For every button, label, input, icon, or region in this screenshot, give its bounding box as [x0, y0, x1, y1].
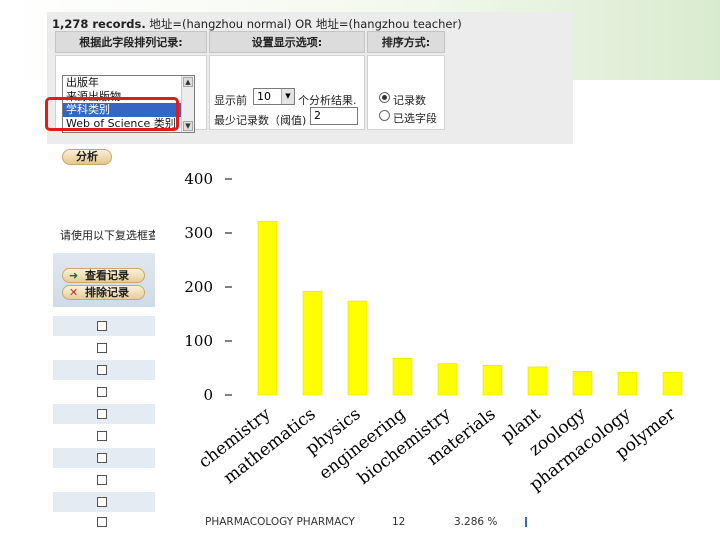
- sort-option-label: 已选字段: [393, 112, 437, 125]
- chart-bar: [257, 220, 278, 396]
- y-tick-label: 100: [184, 332, 213, 350]
- row-checkbox[interactable]: [97, 321, 107, 331]
- listbox-scrollbar[interactable]: ▲ ▼: [181, 76, 194, 132]
- min-count-label: 最少记录数（阈值): [214, 114, 307, 127]
- footer-percent-bar: [525, 517, 527, 527]
- chart-bar: [572, 370, 593, 396]
- y-tick-label: 300: [184, 224, 213, 242]
- field-column-heading: 根据此字段排列记录:: [55, 31, 207, 53]
- y-tick-label: 400: [184, 170, 213, 188]
- chart-bar: [347, 300, 368, 396]
- arrow-right-icon: ➜: [69, 269, 79, 282]
- checkbox-hint: 请使用以下复选框查: [60, 229, 159, 242]
- view-records-button[interactable]: ➜ 查看记录: [62, 268, 145, 283]
- display-column-heading: 设置显示选项:: [209, 31, 365, 53]
- close-icon: ✕: [69, 286, 79, 299]
- sort-option-label: 记录数: [393, 94, 426, 107]
- row-checkbox[interactable]: [97, 517, 107, 527]
- row-checkbox[interactable]: [97, 387, 107, 397]
- chart-bar: [617, 372, 638, 396]
- search-query: 地址=(hangzhou normal) OR 地址=(hangzhou tea…: [149, 17, 462, 31]
- footer-percent: 3.286 %: [454, 516, 498, 528]
- sort-by-field-radio[interactable]: [379, 110, 390, 121]
- footer-record-count: 12: [392, 516, 406, 528]
- row-checkbox[interactable]: [97, 453, 107, 463]
- y-tick-label: 0: [203, 386, 213, 404]
- selection-highlight-box: [45, 97, 179, 131]
- records-summary: 1,278 records. 地址=(hangzhou normal) OR 地…: [52, 16, 462, 32]
- view-records-label: 查看记录: [85, 269, 129, 282]
- row-checkbox[interactable]: [97, 365, 107, 375]
- exclude-records-button[interactable]: ✕ 排除记录: [62, 285, 145, 300]
- chart-bar: [482, 365, 503, 396]
- row-checkbox[interactable]: [97, 409, 107, 419]
- show-top-prefix: 显示前: [214, 94, 247, 107]
- footer-field-value: PHARMACOLOGY PHARMACY: [205, 516, 355, 528]
- exclude-records-label: 排除记录: [85, 286, 129, 299]
- min-count-input[interactable]: 2: [310, 107, 358, 125]
- scroll-up-icon[interactable]: ▲: [183, 77, 193, 87]
- records-count: 1,278 records.: [52, 17, 146, 31]
- chart-bar: [392, 358, 413, 396]
- sort-column-heading: 排序方式:: [367, 31, 445, 53]
- row-checkbox[interactable]: [97, 343, 107, 353]
- show-top-suffix: 个分析结果.: [298, 94, 357, 107]
- show-top-value: 10: [257, 90, 271, 103]
- y-tick-label: 200: [184, 278, 213, 296]
- chart-bar: [662, 372, 683, 396]
- row-checkbox[interactable]: [97, 475, 107, 485]
- subject-category-chart: 0 100 200 300 400 chemistry mathematics physics…: [155, 144, 720, 540]
- listbox-option[interactable]: 出版年: [63, 76, 194, 90]
- bar-chart-svg: 0100200300400chemistrymathematicsphysics…: [184, 170, 683, 495]
- scroll-down-icon[interactable]: ▼: [183, 121, 193, 131]
- row-checkbox[interactable]: [97, 431, 107, 441]
- sort-by-count-radio[interactable]: [379, 92, 390, 103]
- analyze-button[interactable]: 分析: [62, 149, 112, 165]
- row-checkbox[interactable]: [97, 497, 107, 507]
- chart-bar: [437, 363, 458, 396]
- chart-bar: [302, 291, 323, 396]
- chart-bar: [527, 366, 548, 396]
- chevron-down-icon[interactable]: ▼: [281, 89, 294, 104]
- show-top-select[interactable]: 10 ▼: [253, 88, 295, 105]
